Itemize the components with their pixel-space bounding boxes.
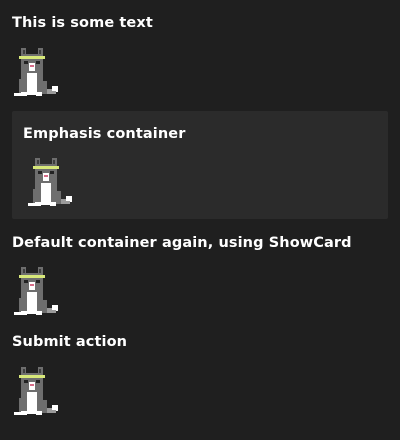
submit-action-text: Submit action	[12, 334, 128, 350]
adaptive-card: This is some text Emphasis container Def…	[0, 0, 400, 440]
cat-image-icon	[9, 364, 61, 418]
cat-image-icon	[23, 155, 75, 209]
emphasis-title: Emphasis container	[23, 126, 186, 142]
intro-text: This is some text	[12, 15, 153, 31]
emphasis-container: Emphasis container	[12, 111, 388, 219]
cat-image-icon	[9, 45, 61, 99]
default-container-text: Default container again, using ShowCard	[12, 235, 352, 251]
cat-image-icon	[9, 264, 61, 318]
